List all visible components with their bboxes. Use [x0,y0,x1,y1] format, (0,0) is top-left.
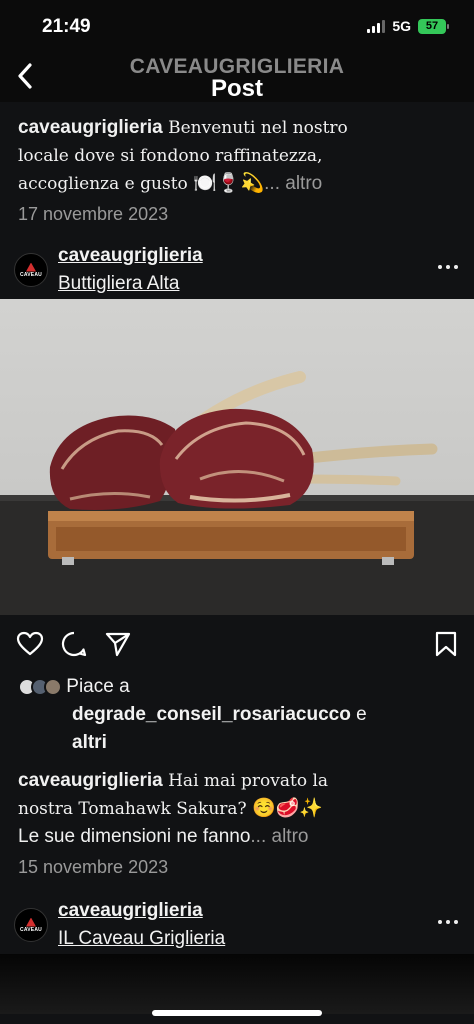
caption-text-2: nostra Tomahawk Sakura? [18,799,253,819]
caption-text-2: locale dove si fondono raffinatezza, [18,146,323,166]
likes-summary[interactable]: Piace a degrade_conseil_rosariacucco e a… [0,673,474,757]
post-location[interactable]: Buttigliera Alta [58,273,179,295]
caption-username[interactable]: caveaugriglieria [18,117,163,138]
next-post-header: CAVEAU caveaugriglieria IL Caveau Grigli… [0,896,474,954]
signal-icon [367,19,386,33]
feed: caveaugriglieria Benvenuti nel nostro lo… [0,102,474,1024]
post-header: CAVEAU caveaugriglieria Buttigliera Alta [0,241,474,299]
flame-icon [26,917,36,927]
caption-text-1: Hai mai provato la [162,771,329,791]
caption-emoji: ☺️🥩✨ [252,798,324,819]
caption-username[interactable]: caveaugriglieria [18,770,163,791]
post-username[interactable]: caveaugriglieria [58,245,203,267]
caption-more-link[interactable]: ... altro [264,173,322,194]
battery-icon: 57 [418,18,449,34]
avatar[interactable]: CAVEAU [14,908,48,942]
likes-and: e [350,704,367,725]
post-actions [0,615,474,673]
avatar-logo-text: CAVEAU [20,926,42,933]
nav-header: CAVEAUGRIGLIERIA Post [0,52,474,102]
likes-others[interactable]: altri [72,732,107,753]
post-date: 17 novembre 2023 [18,204,169,224]
status-indicators: 5G 57 [367,18,449,34]
caption-more-link[interactable]: ... altro [250,826,308,847]
network-label: 5G [392,18,411,34]
home-indicator[interactable] [152,1010,322,1016]
caption-text-3: accoglienza e gusto [18,174,194,194]
next-post-image-preview [0,954,474,1014]
caption-text-3: Le sue dimensioni ne fanno [18,826,251,847]
post-username[interactable]: caveaugriglieria [58,900,203,922]
status-bar: 21:49 5G 57 [0,0,474,52]
bookmark-icon[interactable] [432,630,460,658]
status-time: 21:49 [42,16,91,37]
comment-icon[interactable] [60,630,88,658]
heart-icon[interactable] [16,630,44,658]
send-icon[interactable] [104,630,132,658]
avatar-logo-text: CAVEAU [20,271,42,278]
caption-text-1: Benvenuti nel nostro [162,118,348,138]
post-image[interactable] [0,299,474,615]
likes-user[interactable]: degrade_conseil_rosariacucco [72,704,351,725]
avatar[interactable]: CAVEAU [14,253,48,287]
likes-prefix: Piace a [66,676,130,697]
post-date: 15 novembre 2023 [18,857,169,877]
prev-post-caption: caveaugriglieria Benvenuti nel nostro lo… [0,102,474,225]
flame-icon [26,262,36,272]
post-caption: caveaugriglieria Hai mai provato la nost… [0,767,474,878]
post-location[interactable]: IL Caveau Griglieria [58,928,225,950]
liker-avatars [18,677,62,696]
page-title: Post [210,75,263,102]
tomahawk-steak-photo [0,371,474,615]
more-dots-icon[interactable] [438,914,458,930]
caption-emoji: 🍽️🍷💫 [193,173,265,194]
more-dots-icon[interactable] [438,259,458,275]
